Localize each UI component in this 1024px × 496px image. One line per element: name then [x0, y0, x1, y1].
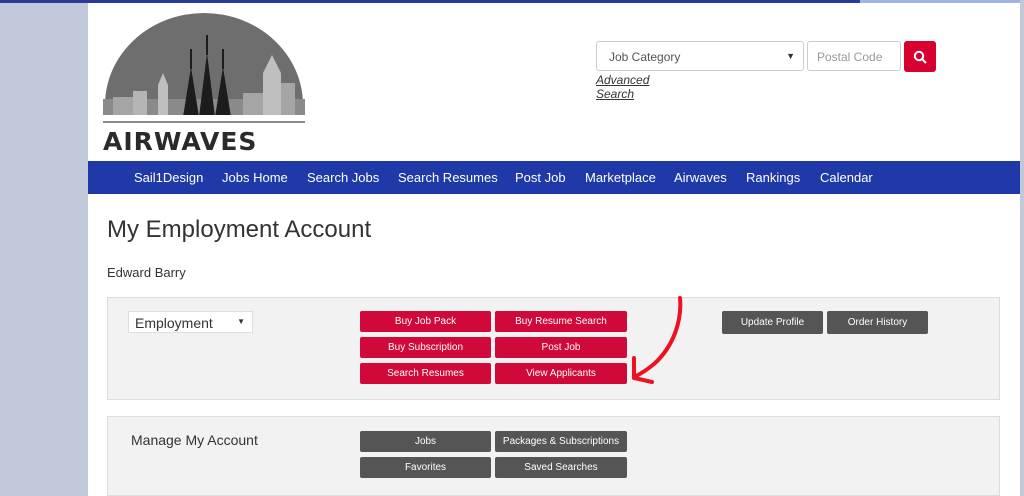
search-icon	[913, 50, 927, 64]
post-job-button[interactable]: Post Job	[495, 337, 627, 358]
nav-item-post-job[interactable]: Post Job	[515, 170, 566, 185]
postal-code-placeholder: Postal Code	[817, 50, 883, 64]
manage-account-title: Manage My Account	[131, 432, 258, 448]
search-button[interactable]	[904, 41, 936, 72]
order-history-button[interactable]: Order History	[827, 311, 928, 334]
job-category-select[interactable]: Job Category ▼	[596, 41, 804, 71]
logo-text: AIRWAVES	[103, 127, 258, 156]
advanced-search-link[interactable]: Advanced Search	[596, 73, 649, 101]
nav-item-search-resumes[interactable]: Search Resumes	[398, 170, 498, 185]
employment-select-value: Employment	[135, 315, 213, 331]
employment-select[interactable]: Employment ▼	[128, 311, 253, 333]
airwaves-logo[interactable]: AIRWAVES	[103, 13, 305, 156]
nav-item-sail1design[interactable]: Sail1Design	[134, 170, 203, 185]
search-resumes-button[interactable]: Search Resumes	[360, 363, 491, 384]
buy-job-pack-button[interactable]: Buy Job Pack	[360, 311, 491, 332]
update-profile-button[interactable]: Update Profile	[722, 311, 823, 334]
nav-item-marketplace[interactable]: Marketplace	[585, 170, 656, 185]
nav-item-airwaves[interactable]: Airwaves	[674, 170, 727, 185]
view-applicants-button[interactable]: View Applicants	[495, 363, 627, 384]
right-border	[1020, 0, 1024, 496]
buy-subscription-button[interactable]: Buy Subscription	[360, 337, 491, 358]
job-category-value: Job Category	[609, 50, 681, 64]
employment-panel: Employment ▼ Buy Job Pack Buy Resume Sea…	[107, 297, 1000, 400]
favorites-button[interactable]: Favorites	[360, 457, 491, 478]
nav-item-rankings[interactable]: Rankings	[746, 170, 800, 185]
page: AIRWAVES Job Category ▼ Postal Code Adva…	[88, 3, 1020, 496]
buy-resume-search-button[interactable]: Buy Resume Search	[495, 311, 627, 332]
chevron-down-icon: ▼	[237, 317, 245, 326]
main-nav: Sail1Design Jobs Home Search Jobs Search…	[88, 161, 1020, 194]
saved-searches-button[interactable]: Saved Searches	[495, 457, 627, 478]
manage-account-panel: Manage My Account Jobs Packages & Subscr…	[107, 416, 1000, 496]
user-name: Edward Barry	[107, 265, 186, 280]
postal-code-input[interactable]: Postal Code	[807, 41, 901, 71]
nav-item-search-jobs[interactable]: Search Jobs	[307, 170, 379, 185]
jobs-button[interactable]: Jobs	[360, 431, 491, 452]
chevron-down-icon: ▼	[786, 51, 795, 61]
skyline-icon	[103, 13, 305, 123]
nav-item-calendar[interactable]: Calendar	[820, 170, 873, 185]
packages-subscriptions-button[interactable]: Packages & Subscriptions	[495, 431, 627, 452]
page-title: My Employment Account	[107, 216, 372, 243]
nav-item-jobs-home[interactable]: Jobs Home	[222, 170, 288, 185]
